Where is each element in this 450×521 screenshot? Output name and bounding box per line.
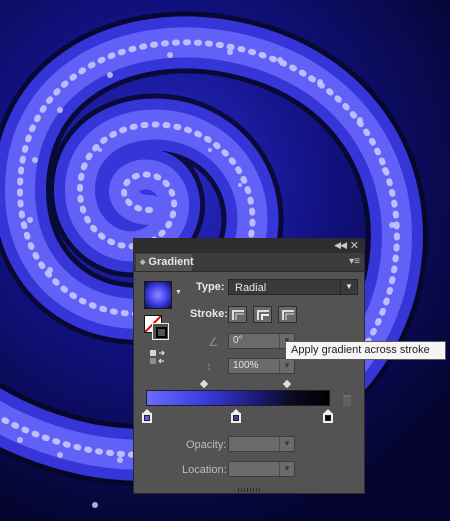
aspect-ratio-icon: ↕ xyxy=(206,359,212,373)
location-field[interactable]: ▼ xyxy=(228,461,295,477)
panel-tab-row: ◆ Gradient ▾≡ xyxy=(134,253,364,272)
gradient-panel: ◀◀ ✕ ◆ Gradient ▾≡ ▼ Type: Radial ▼ Strok… xyxy=(133,238,365,494)
type-select-value: Radial xyxy=(235,282,267,294)
close-icon[interactable]: ✕ xyxy=(350,239,359,252)
stop-box xyxy=(323,413,333,423)
tooltip: Apply gradient across stroke xyxy=(285,341,446,360)
panel-title-bar[interactable]: ◀◀ ✕ xyxy=(134,239,364,253)
stroke-swatch[interactable] xyxy=(152,323,169,340)
chevron-down-icon: ▼ xyxy=(340,280,357,294)
panel-menu-icon[interactable]: ▾≡ xyxy=(349,256,360,267)
stroke-along-button[interactable] xyxy=(253,306,272,323)
gradient-slider[interactable] xyxy=(146,390,330,406)
stroke-label: Stroke: xyxy=(190,308,228,320)
panel-resize-grip[interactable] xyxy=(238,488,260,492)
angle-icon: ∠ xyxy=(208,335,219,349)
tab-gradient[interactable]: ◆ Gradient xyxy=(136,254,194,271)
opacity-field[interactable]: ▼ xyxy=(228,436,295,452)
stop-color-swatch xyxy=(325,415,331,421)
stroke-within-icon xyxy=(232,310,244,320)
gradient-stop-2[interactable] xyxy=(231,409,241,423)
gradient-stop-1[interactable] xyxy=(142,409,152,423)
stroke-across-button[interactable] xyxy=(278,306,297,323)
type-label: Type: xyxy=(196,281,225,293)
opacity-label: Opacity: xyxy=(186,439,227,451)
aspect-ratio-field[interactable]: 100% ▼ xyxy=(228,358,295,374)
location-label: Location: xyxy=(182,464,227,476)
double-chevron-left-icon[interactable]: ◀◀ xyxy=(334,240,347,251)
stop-color-swatch xyxy=(144,415,150,421)
stop-box xyxy=(231,413,241,423)
chevron-down-icon[interactable]: ▼ xyxy=(279,462,294,476)
aspect-ratio-value: 100% xyxy=(233,360,259,371)
gradient-midpoint-1[interactable] xyxy=(199,379,209,389)
stop-color-swatch xyxy=(233,415,239,421)
stroke-within-button[interactable] xyxy=(228,306,247,323)
chevron-down-icon[interactable]: ▼ xyxy=(279,359,294,373)
chevron-down-icon[interactable]: ▼ xyxy=(279,437,294,451)
stop-box xyxy=(142,413,152,423)
tab-options-icon[interactable]: ◆ xyxy=(140,259,145,266)
trash-icon[interactable] xyxy=(342,394,352,406)
stroke-along-icon xyxy=(257,310,269,320)
stroke-across-icon xyxy=(282,310,294,320)
gradient-stop-3[interactable] xyxy=(323,409,333,423)
type-select[interactable]: Radial ▼ xyxy=(228,279,358,295)
gradient-fill-swatch[interactable] xyxy=(144,281,172,309)
reverse-gradient-icon[interactable] xyxy=(148,349,166,365)
angle-value: 0° xyxy=(233,335,243,346)
gradient-midpoint-2[interactable] xyxy=(282,379,292,389)
tab-gradient-label: Gradient xyxy=(148,256,194,268)
swatch-dropdown-icon[interactable]: ▼ xyxy=(175,289,182,296)
